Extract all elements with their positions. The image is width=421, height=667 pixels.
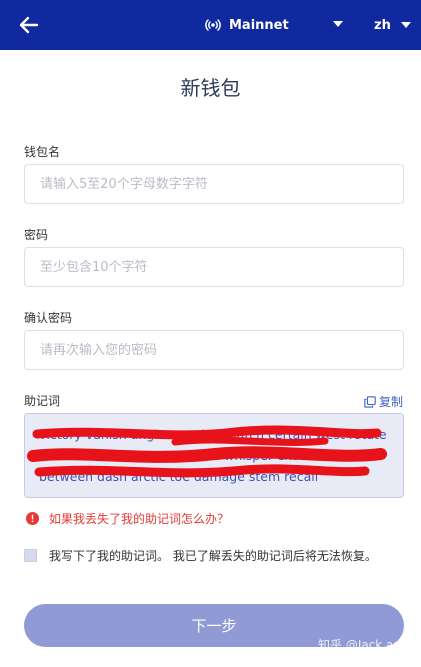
wallet-name-label: 钱包名 xyxy=(24,145,61,159)
broadcast-icon xyxy=(205,19,221,31)
watermark: 知乎 @Jack an xyxy=(318,638,402,652)
language-dropdown-icon xyxy=(400,22,411,28)
language-selector[interactable]: zh xyxy=(374,15,411,35)
lost-mnemonic-help-link[interactable]: 如果我丢失了我的助记词怎么办？ xyxy=(26,510,229,527)
language-label: zh xyxy=(374,17,391,33)
confirm-password-input[interactable] xyxy=(24,330,404,370)
password-input[interactable] xyxy=(24,247,404,287)
wallet-name-input[interactable] xyxy=(24,164,404,204)
copy-button[interactable]: 复制 xyxy=(364,393,403,410)
backup-confirm-checkbox[interactable] xyxy=(24,549,37,562)
page-title: 新钱包 xyxy=(180,76,241,100)
mnemonic-label: 助记词 xyxy=(24,394,61,408)
lost-mnemonic-help-text: 如果我丢失了我的助记词怎么办？ xyxy=(49,512,230,526)
back-arrow-icon[interactable] xyxy=(18,14,40,36)
backup-confirm-text: 我写下了我的助记词。 我已了解丢失的助记词后将无法恢复。 xyxy=(49,549,377,563)
copy-icon xyxy=(364,395,376,408)
network-label: Mainnet xyxy=(229,17,289,33)
top-bar: Mainnet zh xyxy=(0,0,421,50)
backup-confirmation: 我写下了我的助记词。 我已了解丢失的助记词后将无法恢复。 xyxy=(24,547,377,564)
password-label: 密码 xyxy=(24,228,49,242)
mnemonic-phrase-text: victory vanish angle crumble match certa… xyxy=(39,427,387,484)
copy-label: 复制 xyxy=(378,395,403,409)
confirm-password-label: 确认密码 xyxy=(24,311,73,325)
alert-circle-icon xyxy=(26,512,39,525)
network-selector[interactable]: Mainnet xyxy=(205,15,289,35)
mnemonic-phrase-box[interactable]: victory vanish angle crumble match certa… xyxy=(24,413,404,498)
network-dropdown-icon[interactable] xyxy=(333,21,343,27)
